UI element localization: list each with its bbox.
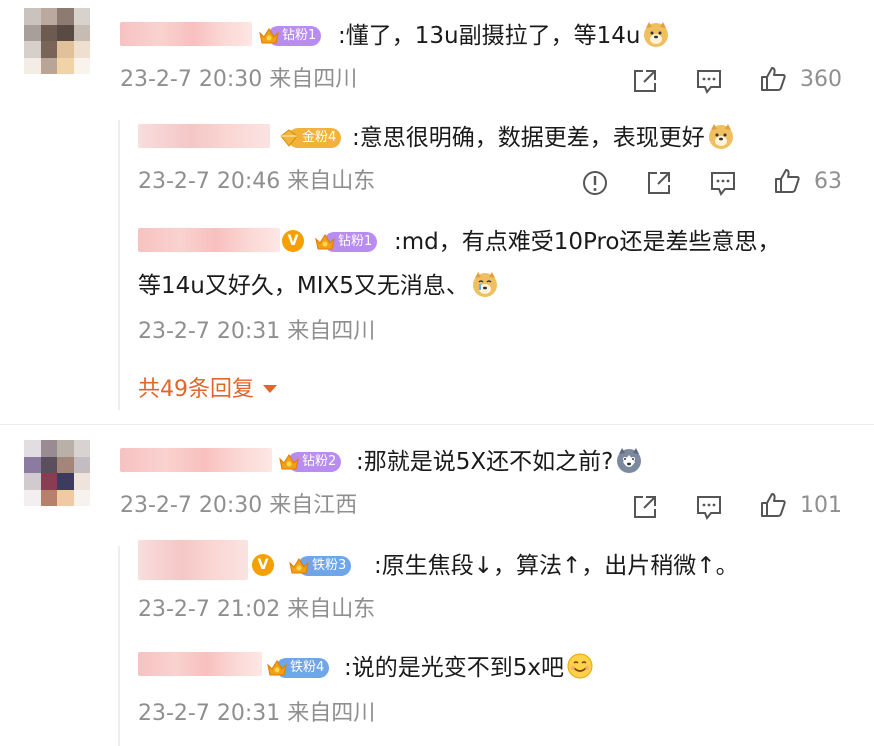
- crown-icon: [266, 657, 288, 679]
- doge-emoji-icon: [642, 20, 670, 48]
- doge-cry-emoji-icon: [471, 270, 499, 298]
- like-icon[interactable]: [758, 490, 788, 520]
- reply-meta: 23-2-7 20:31 来自四川: [138, 701, 376, 726]
- username[interactable]: [120, 448, 272, 472]
- reply-text: :md，有点难受10Pro还是差些意思，: [394, 229, 781, 255]
- username[interactable]: [138, 228, 280, 252]
- fan-badge: 铁粉4: [266, 656, 330, 680]
- fan-badge: 钻粉1: [258, 24, 322, 48]
- fan-badge: 铁粉3: [288, 554, 352, 578]
- avatar[interactable]: [24, 8, 90, 74]
- comment-meta: 23-2-7 20:30 来自四川: [120, 67, 358, 92]
- crown-icon: [288, 555, 310, 577]
- like-count: 63: [814, 169, 842, 194]
- reply-thread-line: [118, 546, 120, 746]
- username[interactable]: [120, 22, 252, 46]
- reply-meta: 23-2-7 21:02 来自山东: [138, 597, 376, 622]
- comment-meta: 23-2-7 20:30 来自江西: [120, 493, 358, 518]
- reply-text: :意思很明确，数据更差，表现更好: [352, 122, 735, 154]
- doge-emoji-icon: [707, 122, 735, 150]
- share-icon[interactable]: [630, 66, 660, 96]
- fan-badge: 金粉4: [278, 126, 342, 150]
- reply-text-continued: 等14u又好久，MIX5又无消息、: [138, 270, 499, 302]
- reply-meta: 23-2-7 20:46 来自山东: [138, 169, 376, 194]
- username[interactable]: [138, 124, 270, 148]
- crown-icon: [278, 451, 300, 473]
- husky-emoji-icon: [615, 446, 643, 474]
- reply-meta: 23-2-7 20:31 来自四川: [138, 319, 376, 344]
- like-count: 360: [800, 67, 842, 92]
- like-icon[interactable]: [758, 64, 788, 94]
- comment-icon[interactable]: [694, 492, 724, 522]
- comment-text: :懂了，13u副摄拉了，等14u: [338, 20, 670, 52]
- caret-down-icon: [263, 385, 277, 393]
- reply-text: :说的是光变不到5x吧: [344, 652, 594, 684]
- share-icon[interactable]: [630, 492, 660, 522]
- crown-icon: [258, 25, 280, 47]
- crown-icon: [314, 231, 336, 253]
- more-replies-link[interactable]: 共49条回复: [138, 376, 277, 404]
- smile-emoji-icon: [566, 652, 594, 680]
- verified-icon: V: [282, 230, 304, 252]
- fan-badge: 钻粉1: [314, 230, 378, 254]
- username[interactable]: [138, 540, 248, 580]
- comment-icon[interactable]: [694, 66, 724, 96]
- comment-icon[interactable]: [708, 168, 738, 198]
- avatar[interactable]: [24, 440, 90, 506]
- reply-text: :原生焦段↓，算法↑，出片稍微↑。: [374, 553, 739, 579]
- crown-icon: [278, 127, 300, 149]
- comment-text: :那就是说5X还不如之前?: [356, 446, 643, 478]
- fan-badge: 钻粉2: [278, 450, 342, 474]
- divider: [0, 424, 874, 425]
- like-count: 101: [800, 493, 842, 518]
- verified-icon: V: [252, 554, 274, 576]
- share-icon[interactable]: [644, 168, 674, 198]
- like-icon[interactable]: [772, 166, 802, 196]
- reply-thread-line: [118, 120, 120, 410]
- username[interactable]: [138, 652, 262, 676]
- report-icon[interactable]: [580, 168, 610, 198]
